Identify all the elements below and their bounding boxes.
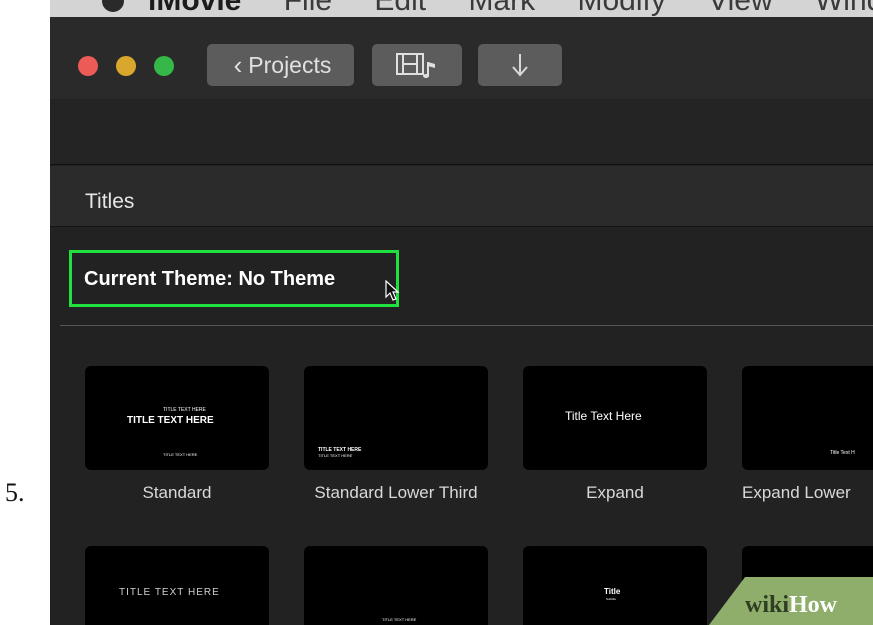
zoom-window-button[interactable] <box>154 56 174 76</box>
tile-preview-title: TITLE TEXT HERE <box>127 415 214 426</box>
imovie-window: iMovie File Edit Mark Modify View Window… <box>50 0 873 625</box>
step-number: 5. <box>5 478 25 507</box>
minimize-window-button[interactable] <box>116 56 136 76</box>
film-music-icon <box>396 53 435 78</box>
import-button[interactable] <box>478 44 562 86</box>
menu-view[interactable]: View <box>708 0 772 17</box>
tile-preview-title: Title <box>604 587 621 596</box>
tile-preview-caption: TITLE TEXT HERE <box>318 453 353 458</box>
window-toolbar: ‹ Projects <box>50 17 873 99</box>
menu-app-name[interactable]: iMovie <box>148 0 241 17</box>
title-tile-standard[interactable]: TITLE TEXT HERE TITLE TEXT HERE TITLE TE… <box>85 366 269 470</box>
current-theme-button[interactable]: Current Theme: No Theme <box>84 268 335 291</box>
viewer-band <box>50 99 873 165</box>
menu-window[interactable]: Window <box>815 0 873 17</box>
menu-file[interactable]: File <box>284 0 332 17</box>
menu-bar: iMovie File Edit Mark Modify View Window <box>50 0 873 17</box>
chevron-left-icon: ‹ <box>233 49 243 80</box>
tile-preview-title: Title Text H <box>830 450 855 456</box>
tile-preview-small: TITLE TEXT HERE <box>163 407 206 413</box>
title-tile[interactable]: Title Subtitle <box>523 546 707 625</box>
projects-button[interactable]: ‹ Projects <box>207 44 354 86</box>
title-tile-expand-lower[interactable]: Title Text H <box>742 366 873 470</box>
down-arrow-icon <box>512 54 528 77</box>
tile-caption: Expand Lower <box>742 483 851 502</box>
title-tile-expand[interactable]: Title Text Here <box>523 366 707 470</box>
title-tile[interactable]: TITLE TEXT HERE <box>304 546 488 625</box>
tile-caption: Standard Lower Third <box>314 483 478 502</box>
media-browser-button[interactable] <box>372 44 462 86</box>
watermark-how: How <box>789 592 838 618</box>
section-title: Titles <box>85 190 135 213</box>
mouse-pointer-icon <box>385 280 400 301</box>
tile-preview-title: Title Text Here <box>565 409 642 423</box>
tile-preview-caption: TITLE TEXT HERE <box>163 452 198 457</box>
title-tile-standard-lower-third[interactable]: TITLE TEXT HERE TITLE TEXT HERE <box>304 366 488 470</box>
wikihow-watermark: wikiHow <box>709 577 873 625</box>
tile-preview-subtitle: Subtitle <box>606 597 617 601</box>
tile-preview-title: TITLE TEXT HERE <box>119 587 220 598</box>
tile-preview-title: TITLE TEXT HERE <box>382 617 417 622</box>
tile-caption: Standard <box>142 483 212 502</box>
menu-mark[interactable]: Mark <box>468 0 535 17</box>
menu-modify[interactable]: Modify <box>577 0 665 17</box>
menu-edit[interactable]: Edit <box>374 0 426 17</box>
close-window-button[interactable] <box>78 56 98 76</box>
section-divider <box>60 325 873 326</box>
watermark-wiki: wiki <box>745 592 790 618</box>
title-tile[interactable]: TITLE TEXT HERE <box>85 546 269 625</box>
tile-caption: Expand <box>586 483 644 502</box>
section-header: Titles <box>50 166 873 227</box>
projects-label: Projects <box>248 51 332 78</box>
